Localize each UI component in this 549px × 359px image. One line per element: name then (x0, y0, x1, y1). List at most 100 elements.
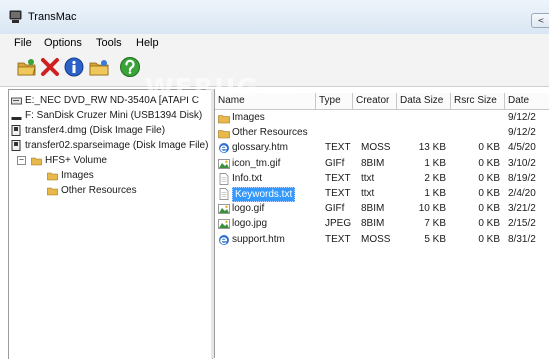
column-header-label: Name (218, 95, 245, 106)
disk-image-icon (11, 140, 21, 151)
column-header-label: Type (319, 95, 341, 106)
tree-item-label: Images (61, 170, 94, 181)
text-file-icon (218, 188, 230, 200)
info-icon (64, 57, 84, 77)
file-creator: ttxt (361, 188, 375, 199)
file-creator: 8BIM (361, 218, 385, 229)
file-date: 9/12/2 (508, 112, 536, 123)
menu-bar: File Options Tools Help (0, 34, 549, 52)
tree-item-images[interactable]: Images (47, 169, 197, 182)
file-type: TEXT (325, 173, 351, 184)
file-type: TEXT (325, 142, 351, 153)
column-header-name[interactable]: Name (215, 93, 316, 110)
close-button[interactable] (39, 56, 61, 78)
tree-item-usb-drive[interactable]: F: SanDisk Cruzer Mini (USB1394 Disk) (11, 109, 211, 122)
file-name: logo.gif (232, 203, 265, 214)
file-row[interactable]: support.htm TEXT MOSS 5 KB 0 KB 8/31/2 (215, 233, 549, 247)
column-header-rsrc-size[interactable]: Rsrc Size (451, 93, 505, 110)
file-date: 3/10/2 (508, 158, 536, 169)
tree-item-label: F: SanDisk Cruzer Mini (USB1394 Disk) (25, 110, 203, 121)
tree-item-label: E:_NEC DVD_RW ND-3540A [ATAPI C (25, 95, 199, 106)
file-data-size (399, 126, 446, 139)
file-date: 8/31/2 (508, 234, 536, 245)
file-row[interactable]: Other Resources 9/12/2 (215, 126, 549, 140)
file-creator: 8BIM (361, 158, 385, 169)
file-creator: MOSS (361, 234, 391, 245)
folder-icon (89, 60, 109, 76)
file-row[interactable]: glossary.htm TEXT MOSS 13 KB 0 KB 4/5/20 (215, 141, 549, 155)
column-header-data-size[interactable]: Data Size (397, 93, 451, 110)
menu-file[interactable]: File (14, 37, 32, 49)
file-type: GIFf (325, 158, 345, 169)
file-creator (361, 126, 395, 139)
tree-item-other-resources[interactable]: Other Resources (47, 184, 197, 197)
column-header-type[interactable]: Type (316, 93, 353, 110)
file-data-size: 7 KB (424, 218, 446, 229)
toolbar (0, 52, 549, 87)
folder-icon (47, 187, 58, 196)
column-header-label: Data Size (400, 95, 444, 106)
tree-item-hfs-volume[interactable]: HFS+ Volume (31, 154, 201, 167)
file-name: support.htm (232, 234, 285, 245)
folder-icon (47, 172, 58, 181)
dvd-drive-icon (11, 97, 22, 105)
file-data-size: 2 KB (424, 173, 446, 184)
column-header-label: Rsrc Size (454, 95, 497, 106)
file-row[interactable]: logo.jpg JPEG 8BIM 7 KB 0 KB 2/15/2 (215, 217, 549, 231)
file-rsrc-size: 0 KB (478, 218, 500, 229)
column-header-creator[interactable]: Creator (353, 93, 397, 110)
file-data-size: 1 KB (424, 188, 446, 199)
title-bar: TransMac < (0, 0, 549, 35)
file-data-size: 1 KB (424, 158, 446, 169)
menu-help[interactable]: Help (136, 37, 159, 49)
file-creator: 8BIM (361, 203, 385, 214)
file-row[interactable]: icon_tm.gif GIFf 8BIM 1 KB 0 KB 3/10/2 (215, 157, 549, 171)
tree-item-disk-image[interactable]: transfer4.dmg (Disk Image File) (11, 124, 211, 137)
menu-options[interactable]: Options (44, 37, 82, 49)
tree-item-sparse-image[interactable]: transfer02.sparseimage (Disk Image File) (11, 139, 211, 152)
file-date: 4/5/20 (508, 142, 536, 153)
file-rsrc-size (453, 126, 500, 139)
window-control-button[interactable]: < (531, 13, 549, 28)
folder-icon (218, 112, 230, 124)
column-header-date[interactable]: Date (505, 93, 549, 110)
tree-item-dvd-drive[interactable]: E:_NEC DVD_RW ND-3540A [ATAPI C (11, 94, 211, 107)
file-type (325, 126, 359, 139)
file-date: 9/12/2 (508, 127, 536, 138)
volume-tree-pane[interactable]: E:_NEC DVD_RW ND-3540A [ATAPI C F: SanDi… (8, 89, 213, 359)
file-row[interactable]: Info.txt TEXT ttxt 2 KB 0 KB 8/19/2 (215, 172, 549, 186)
text-file-icon (218, 173, 230, 185)
tree-item-label: HFS+ Volume (45, 155, 107, 166)
menu-tools[interactable]: Tools (96, 37, 122, 49)
file-creator: ttxt (361, 173, 375, 184)
file-name: logo.jpg (232, 218, 268, 229)
file-data-size: 5 KB (424, 234, 446, 245)
file-type: TEXT (325, 234, 351, 245)
window-title: TransMac (28, 11, 77, 23)
help-icon (120, 57, 140, 77)
file-row[interactable]: Images 9/12/2 (215, 111, 549, 125)
tree-item-label: transfer4.dmg (Disk Image File) (25, 125, 166, 136)
file-name: Images (232, 112, 265, 123)
file-data-size (399, 111, 446, 124)
file-rsrc-size: 0 KB (478, 203, 500, 214)
file-list-pane[interactable]: Name Type Creator Data Size Rsrc Size Da… (215, 89, 549, 358)
open-folder-icon (17, 59, 36, 76)
file-rsrc-size: 0 KB (478, 234, 500, 245)
file-row[interactable]: logo.gif GIFf 8BIM 10 KB 0 KB 3/21/2 (215, 202, 549, 216)
file-name: glossary.htm (232, 142, 288, 153)
tree-collapse-toggle[interactable]: − (17, 156, 26, 165)
help-button[interactable] (119, 56, 141, 78)
folder-icon (31, 157, 42, 166)
file-data-size: 10 KB (418, 203, 446, 214)
open-button[interactable] (16, 56, 38, 78)
file-rsrc-size: 0 KB (478, 158, 500, 169)
image-file-icon (218, 218, 230, 230)
info-button[interactable] (63, 56, 85, 78)
file-creator: MOSS (361, 142, 391, 153)
file-row[interactable]: Keywords.txt TEXT ttxt 1 KB 0 KB 2/4/20 (215, 187, 549, 202)
disk-image-icon (11, 125, 21, 136)
file-type: JPEG (325, 218, 352, 229)
column-header-label: Date (508, 95, 530, 106)
folder-button[interactable] (88, 56, 110, 78)
